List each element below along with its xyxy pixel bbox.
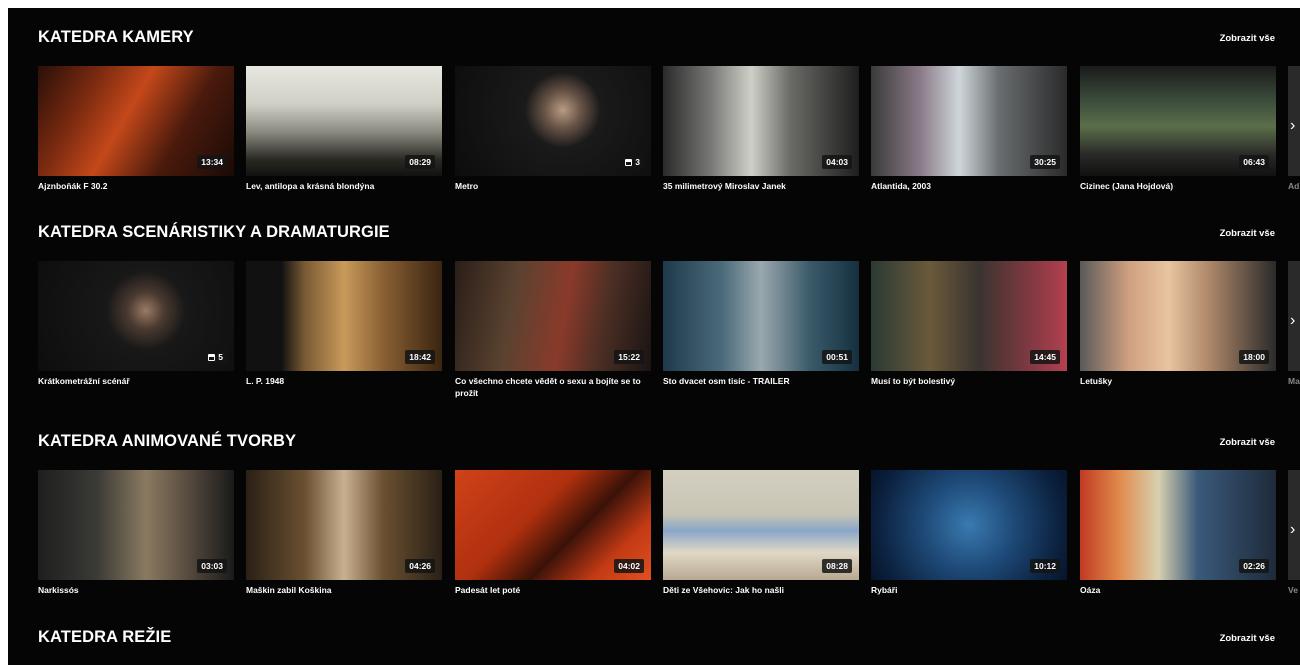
- video-thumbnail[interactable]: 14:45: [871, 261, 1067, 371]
- show-all-link[interactable]: Zobrazit vše: [1220, 437, 1275, 448]
- section-title: KATEDRA REŽIE: [38, 628, 172, 646]
- video-thumbnail[interactable]: 08:28: [663, 470, 859, 580]
- video-thumbnail[interactable]: 04:03: [663, 66, 859, 176]
- duration-badge: 04:03: [822, 155, 852, 169]
- duration-badge: 30:25: [1030, 155, 1060, 169]
- duration-badge: 04:26: [405, 559, 435, 573]
- video-title[interactable]: Oáza: [1080, 584, 1276, 596]
- show-all-link[interactable]: Zobrazit vše: [1220, 633, 1275, 644]
- duration-badge: 00:51: [822, 350, 852, 364]
- duration-badge: 02:26: [1239, 559, 1269, 573]
- video-card[interactable]: 3 Metro: [455, 66, 651, 192]
- video-card[interactable]: 14:45 Musí to být bolestivý: [871, 261, 1067, 387]
- next-card-title: Ad: [1288, 181, 1300, 191]
- video-row: 13:34 Ajznboňák F 30.2 08:29 Lev, antilo…: [38, 66, 1300, 216]
- scroll-right-arrow-icon[interactable]: ›: [1290, 116, 1300, 136]
- next-card-title: Ve: [1288, 585, 1298, 595]
- video-thumbnail[interactable]: 06:43: [1080, 66, 1276, 176]
- collection-icon: [208, 354, 216, 361]
- video-card[interactable]: 30:25 Atlantida, 2003: [871, 66, 1067, 192]
- video-card[interactable]: 08:28 Děti ze Všehovic: Jak ho našli: [663, 470, 859, 596]
- collection-count-badge: 3: [621, 155, 644, 169]
- video-title[interactable]: Atlantida, 2003: [871, 180, 1067, 192]
- video-title[interactable]: Co všechno chcete vědět o sexu a bojíte …: [455, 375, 651, 399]
- duration-badge: 18:00: [1239, 350, 1269, 364]
- show-all-link[interactable]: Zobrazit vše: [1220, 33, 1275, 44]
- video-thumbnail[interactable]: 08:29: [246, 66, 442, 176]
- duration-badge: 13:34: [197, 155, 227, 169]
- video-card[interactable]: 10:12 Rybáři: [871, 470, 1067, 596]
- video-thumbnail[interactable]: 3: [455, 66, 651, 176]
- scroll-right-arrow-icon[interactable]: ›: [1290, 520, 1300, 540]
- video-card[interactable]: 04:02 Padesát let poté: [455, 470, 651, 596]
- section-title: KATEDRA KAMERY: [38, 28, 194, 46]
- video-thumbnail[interactable]: 10:12: [871, 470, 1067, 580]
- video-title[interactable]: L. P. 1948: [246, 375, 442, 387]
- video-thumbnail[interactable]: 00:51: [663, 261, 859, 371]
- video-title[interactable]: Metro: [455, 180, 651, 192]
- video-card[interactable]: 18:42 L. P. 1948: [246, 261, 442, 387]
- video-title[interactable]: Cizinec (Jana Hojdová): [1080, 180, 1276, 192]
- duration-badge: 15:22: [614, 350, 644, 364]
- video-card[interactable]: 04:26 Maškin zabil Koškina: [246, 470, 442, 596]
- scroll-right-arrow-icon[interactable]: ›: [1290, 311, 1300, 331]
- duration-badge: 10:12: [1030, 559, 1060, 573]
- video-title[interactable]: Maškin zabil Koškina: [246, 584, 442, 596]
- video-row: 03:03 Narkissós 04:26 Maškin zabil Koški…: [38, 470, 1300, 620]
- video-row: 5 Krátkometrážní scénář 18:42 L. P. 1948…: [38, 261, 1300, 411]
- video-thumbnail[interactable]: 18:42: [246, 261, 442, 371]
- duration-badge: 18:42: [405, 350, 435, 364]
- video-thumbnail[interactable]: 04:26: [246, 470, 442, 580]
- video-card[interactable]: 15:22 Co všechno chcete vědět o sexu a b…: [455, 261, 651, 399]
- video-card[interactable]: 00:51 Sto dvacet osm tisíc - TRAILER: [663, 261, 859, 387]
- collection-icon: [625, 159, 633, 166]
- video-title[interactable]: Lev, antilopa a krásná blondýna: [246, 180, 442, 192]
- show-all-link[interactable]: Zobrazit vše: [1220, 228, 1275, 239]
- duration-badge: 08:28: [822, 559, 852, 573]
- video-thumbnail[interactable]: 15:22: [455, 261, 651, 371]
- video-card[interactable]: 04:03 35 milimetrový Miroslav Janek: [663, 66, 859, 192]
- video-title[interactable]: Ajznboňák F 30.2: [38, 180, 234, 192]
- video-card[interactable]: 13:34 Ajznboňák F 30.2: [38, 66, 234, 192]
- video-title[interactable]: 35 milimetrový Miroslav Janek: [663, 180, 859, 192]
- video-title[interactable]: Narkissós: [38, 584, 234, 596]
- video-title[interactable]: Krátkometrážní scénář: [38, 375, 234, 387]
- duration-badge: 04:02: [614, 559, 644, 573]
- video-title[interactable]: Děti ze Všehovic: Jak ho našli: [663, 584, 859, 596]
- video-thumbnail[interactable]: 5: [38, 261, 234, 371]
- duration-badge: 03:03: [197, 559, 227, 573]
- video-card[interactable]: 5 Krátkometrážní scénář: [38, 261, 234, 387]
- video-thumbnail[interactable]: 30:25: [871, 66, 1067, 176]
- video-title[interactable]: Padesát let poté: [455, 584, 651, 596]
- duration-badge: 14:45: [1030, 350, 1060, 364]
- video-title[interactable]: Letušky: [1080, 375, 1276, 387]
- video-thumbnail[interactable]: 04:02: [455, 470, 651, 580]
- video-thumbnail[interactable]: 02:26: [1080, 470, 1276, 580]
- video-title[interactable]: Sto dvacet osm tisíc - TRAILER: [663, 375, 859, 387]
- video-card[interactable]: 02:26 Oáza: [1080, 470, 1276, 596]
- video-card[interactable]: 08:29 Lev, antilopa a krásná blondýna: [246, 66, 442, 192]
- video-title[interactable]: Musí to být bolestivý: [871, 375, 1067, 387]
- video-card[interactable]: 06:43 Cizinec (Jana Hojdová): [1080, 66, 1276, 192]
- video-card[interactable]: 03:03 Narkissós: [38, 470, 234, 596]
- video-thumbnail[interactable]: 03:03: [38, 470, 234, 580]
- video-thumbnail[interactable]: 13:34: [38, 66, 234, 176]
- section-title: KATEDRA ANIMOVANÉ TVORBY: [38, 432, 297, 450]
- duration-badge: 06:43: [1239, 155, 1269, 169]
- next-card-title: Ma: [1288, 376, 1300, 386]
- catalog-frame: KATEDRA KAMERY Zobrazit vše 13:34 Ajznbo…: [8, 8, 1300, 665]
- collection-count-badge: 5: [204, 350, 227, 364]
- section-title: KATEDRA SCENÁRISTIKY A DRAMATURGIE: [38, 223, 390, 241]
- duration-badge: 08:29: [405, 155, 435, 169]
- video-thumbnail[interactable]: 18:00: [1080, 261, 1276, 371]
- video-card[interactable]: 18:00 Letušky: [1080, 261, 1276, 387]
- video-title[interactable]: Rybáři: [871, 584, 1067, 596]
